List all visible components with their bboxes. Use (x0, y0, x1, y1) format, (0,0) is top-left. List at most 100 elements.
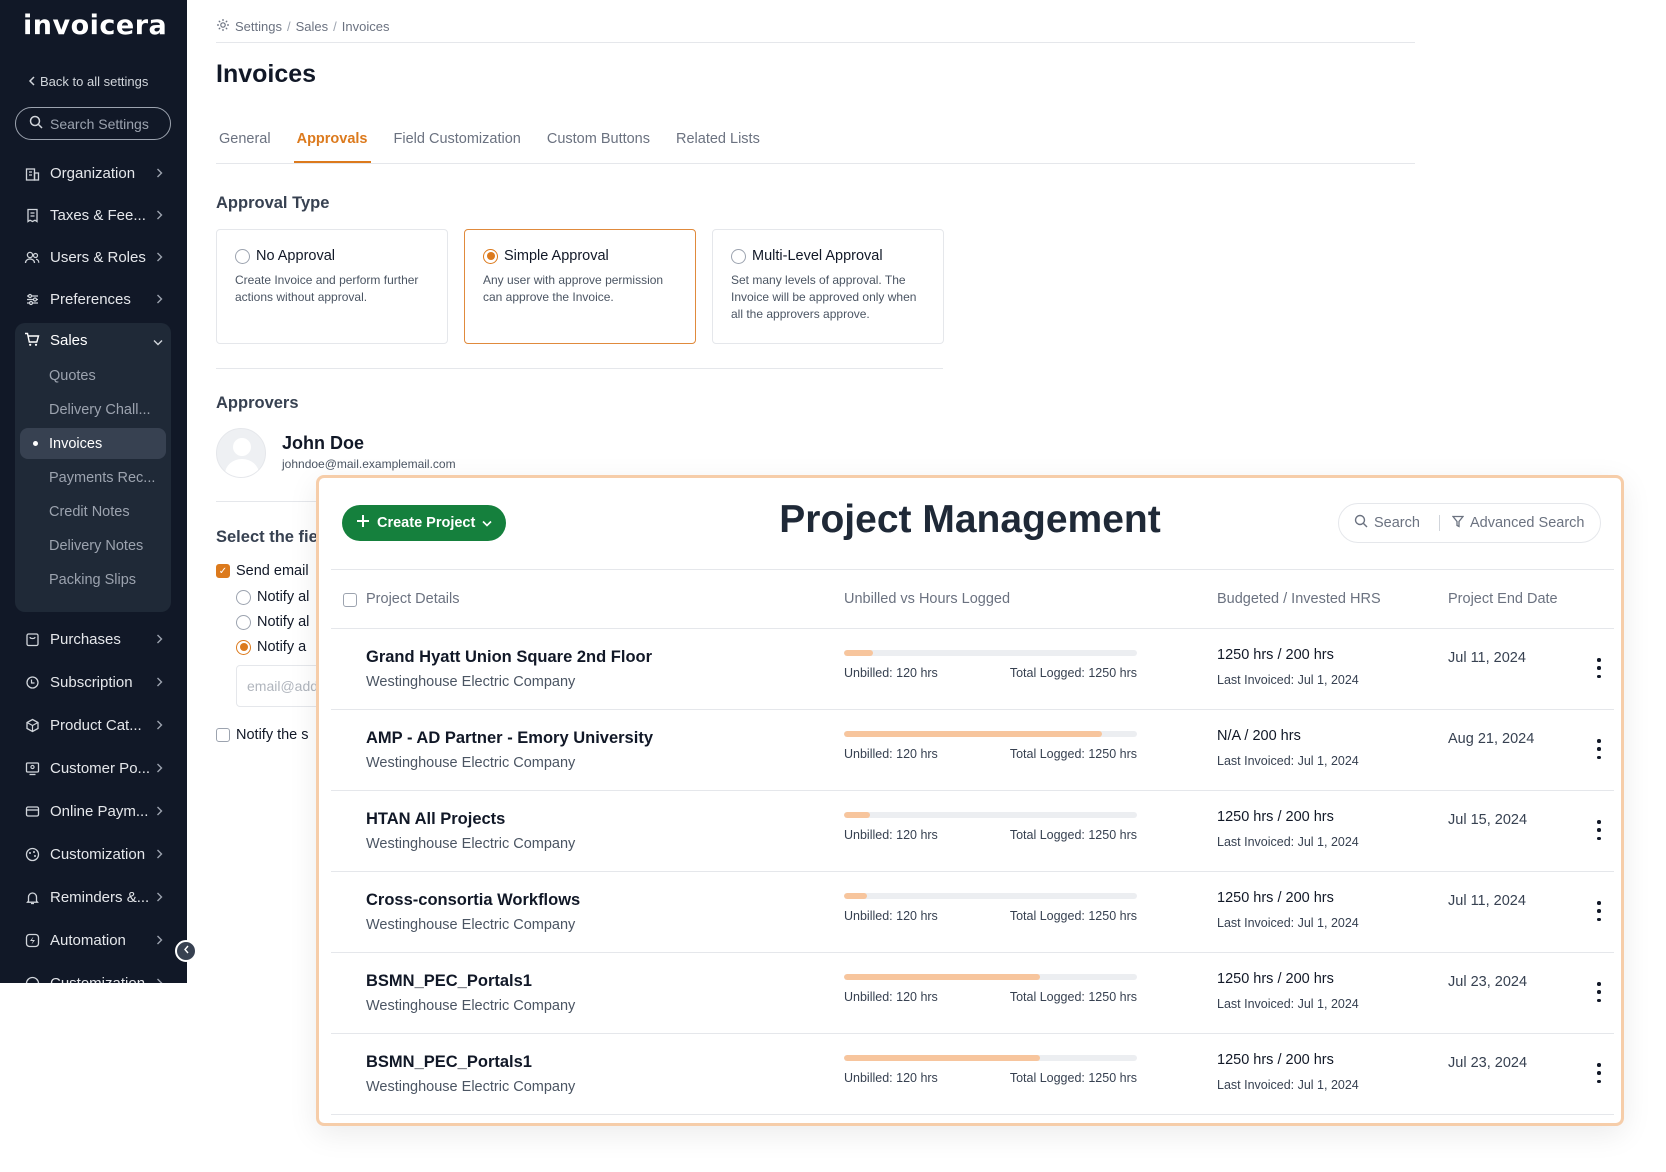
chevron-left-icon (183, 945, 190, 957)
more-options-icon[interactable] (1593, 901, 1605, 921)
column-end-date[interactable]: Project End Date (1448, 591, 1558, 607)
notify-option-3[interactable]: Notify a (236, 639, 306, 655)
project-name[interactable]: Grand Hyatt Union Square 2nd Floor (366, 648, 652, 667)
sidebar-item-automation[interactable]: Automation (15, 923, 171, 957)
sidebar-item-subscription[interactable]: Subscription (15, 665, 171, 699)
project-search-input[interactable]: Search (1339, 514, 1439, 532)
column-unbilled-vs-logged[interactable]: Unbilled vs Hours Logged (844, 591, 1010, 607)
search-icon (1354, 514, 1368, 532)
table-row[interactable]: HTAN All Projects Westinghouse Electric C… (331, 791, 1614, 872)
approval-option-desc: Any user with approve permission can app… (483, 273, 664, 304)
project-name[interactable]: AMP - AD Partner - Emory University (366, 729, 653, 748)
sidebar-item-customization-2[interactable]: Customization (15, 966, 171, 983)
more-options-icon[interactable] (1593, 739, 1605, 759)
sidebar-subitem-credit-notes[interactable]: Credit Notes (20, 496, 166, 527)
chevron-right-icon (156, 674, 163, 691)
sliders-icon (24, 291, 40, 307)
project-search-bar: Search Advanced Search (1338, 503, 1601, 543)
bolt-icon (24, 932, 40, 948)
more-options-icon[interactable] (1593, 820, 1605, 840)
send-email-checkbox[interactable]: ✓ (216, 564, 230, 578)
advanced-search-button[interactable]: Advanced Search (1440, 515, 1584, 532)
sidebar-item-label: Product Cat... (50, 716, 142, 734)
sidebar-item-users-roles[interactable]: Users & Roles (15, 240, 171, 274)
sidebar-item-preferences[interactable]: Preferences (15, 282, 171, 316)
sidebar-item-organization[interactable]: Organization (15, 156, 171, 190)
project-end-date: Jul 11, 2024 (1448, 650, 1526, 666)
tab-related-lists[interactable]: Related Lists (673, 121, 763, 163)
sidebar-collapse-button[interactable] (175, 940, 197, 962)
notify-radio-2[interactable] (236, 614, 251, 630)
chevron-right-icon (156, 846, 163, 863)
table-row[interactable]: BSMN_PEC_Portals1 Westinghouse Electric C… (331, 953, 1614, 1034)
back-to-settings-link[interactable]: Back to all settings (28, 74, 148, 89)
project-company: Westinghouse Electric Company (366, 674, 576, 690)
sidebar-subitem-payments-received[interactable]: Payments Rec... (20, 462, 166, 493)
column-budgeted-invested[interactable]: Budgeted / Invested HRS (1217, 591, 1381, 607)
settings-search-box[interactable] (15, 107, 171, 140)
breadcrumb-separator: / (333, 19, 337, 34)
breadcrumb: Settings / Sales / Invoices (216, 18, 389, 35)
sidebar-subitem-packing-slips[interactable]: Packing Slips (20, 564, 166, 595)
notify-option-1[interactable]: Notify al (236, 589, 309, 605)
project-name[interactable]: HTAN All Projects (366, 810, 505, 829)
sidebar-item-online-payments[interactable]: Online Paym... (15, 794, 171, 828)
send-email-row[interactable]: ✓ Send email (216, 563, 309, 579)
sidebar-item-customization[interactable]: Customization (15, 837, 171, 871)
notify-option-2[interactable]: Notify al (236, 614, 309, 630)
notify-submitter-checkbox[interactable] (216, 728, 230, 742)
chevron-right-icon (156, 291, 163, 308)
sidebar-subitem-quotes[interactable]: Quotes (20, 360, 166, 391)
approval-radio-none[interactable] (235, 248, 250, 264)
sidebar-item-reminders[interactable]: Reminders &... (15, 880, 171, 914)
more-options-icon[interactable] (1593, 658, 1605, 678)
project-name[interactable]: Cross-consortia Workflows (366, 891, 580, 910)
more-options-icon[interactable] (1593, 982, 1605, 1002)
sidebar-item-sales[interactable]: Sales (15, 323, 171, 357)
settings-search-input[interactable] (50, 115, 160, 132)
chevron-down-icon (153, 333, 163, 350)
breadcrumb-sales[interactable]: Sales (296, 19, 329, 34)
table-row[interactable]: AMP - AD Partner - Emory University Westi… (331, 710, 1614, 791)
sidebar-item-label: Customization (50, 974, 146, 984)
approval-option-desc: Create Invoice and perform further actio… (235, 273, 419, 304)
sidebar-item-label: Online Paym... (50, 802, 149, 820)
approval-option-none[interactable]: No Approval Create Invoice and perform f… (216, 229, 448, 344)
table-row[interactable]: BSMN_PEC_Portals1 Westinghouse Electric C… (331, 1034, 1614, 1115)
column-project-details[interactable]: Project Details (366, 591, 459, 607)
table-row[interactable]: Cross-consortia Workflows Westinghouse El… (331, 872, 1614, 953)
budgeted-invested-hours: 1250 hrs / 200 hrs (1217, 647, 1334, 663)
sidebar-subitem-delivery-notes[interactable]: Delivery Notes (20, 530, 166, 561)
more-options-icon[interactable] (1593, 1063, 1605, 1083)
approval-radio-simple[interactable] (483, 248, 498, 264)
sidebar-item-purchases[interactable]: Purchases (15, 622, 171, 656)
create-project-label: Create Project (377, 515, 476, 531)
notify-submitter-row[interactable]: Notify the s (216, 727, 309, 743)
project-name[interactable]: BSMN_PEC_Portals1 (366, 1053, 532, 1072)
tab-custom-buttons[interactable]: Custom Buttons (544, 121, 653, 163)
approval-option-multi-level[interactable]: Multi-Level Approval Set many levels of … (712, 229, 944, 344)
approval-radio-multi-level[interactable] (731, 248, 746, 264)
budgeted-invested-hours: 1250 hrs / 200 hrs (1217, 1052, 1334, 1068)
project-company: Westinghouse Electric Company (366, 755, 576, 771)
hours-progress-fill (844, 974, 1041, 980)
project-name[interactable]: BSMN_PEC_Portals1 (366, 972, 532, 991)
breadcrumb-settings[interactable]: Settings (235, 19, 282, 34)
approval-option-simple[interactable]: Simple Approval Any user with approve pe… (464, 229, 696, 344)
tab-general[interactable]: General (216, 121, 274, 163)
tab-approvals[interactable]: Approvals (293, 121, 371, 163)
sidebar-subitem-invoices[interactable]: Invoices (20, 428, 166, 459)
chevron-right-icon (156, 631, 163, 648)
sidebar-item-product-catalog[interactable]: Product Cat... (15, 708, 171, 742)
table-row[interactable]: Grand Hyatt Union Square 2nd Floor Westin… (331, 629, 1614, 710)
notify-radio-1[interactable] (236, 589, 251, 605)
sidebar-item-customer-portal[interactable]: Customer Po... (15, 751, 171, 785)
refresh-icon (24, 674, 40, 690)
select-all-checkbox[interactable] (343, 593, 357, 607)
create-project-button[interactable]: Create Project (342, 505, 507, 541)
tab-field-customization[interactable]: Field Customization (391, 121, 524, 163)
hours-progress-bar (844, 1055, 1137, 1061)
sidebar-item-taxes[interactable]: Taxes & Fee... (15, 198, 171, 232)
sidebar-subitem-delivery-challans[interactable]: Delivery Chall... (20, 394, 166, 425)
notify-radio-3[interactable] (236, 639, 251, 655)
